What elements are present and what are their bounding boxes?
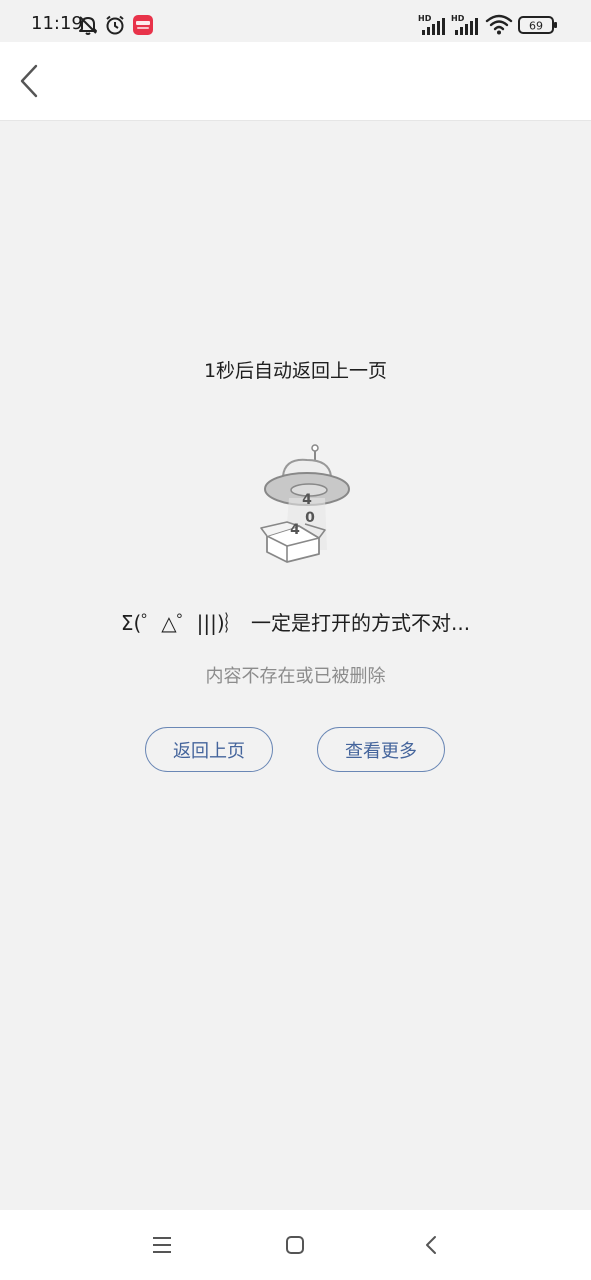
view-more-button[interactable]: 查看更多 (317, 727, 445, 772)
header-bar (0, 42, 591, 121)
signal-hd-icon: HD (418, 14, 445, 35)
system-nav-bar (0, 1210, 591, 1280)
battery-icon: 69 (518, 16, 557, 34)
back-icon[interactable] (420, 1233, 442, 1257)
svg-text:HD: HD (418, 14, 432, 23)
digit-4-bottom: 4 (290, 522, 300, 538)
wifi-icon (485, 14, 513, 35)
return-previous-button[interactable]: 返回上页 (145, 727, 273, 772)
signal-hd-icon: HD (451, 14, 478, 35)
digit-4-top: 4 (302, 492, 312, 508)
error-subtitle: 内容不存在或已被删除 (205, 666, 386, 687)
ufo-404-illustration: 4 0 4 (260, 444, 350, 563)
app-notification-icon (133, 15, 153, 35)
home-icon[interactable] (283, 1233, 307, 1257)
error-title: Σ(゜△゜|||)︴ 一定是打开的方式不对... (120, 611, 471, 635)
menu-icon[interactable] (150, 1234, 174, 1256)
countdown-text: 1秒后自动返回上一页 (203, 360, 388, 382)
alarm-icon (106, 15, 124, 35)
digit-0: 0 (305, 510, 315, 526)
chevron-left-icon (20, 64, 38, 98)
status-bar: 11:19 HD HD 69 (0, 0, 591, 42)
svg-text:HD: HD (451, 14, 465, 23)
bell-off-icon (79, 16, 97, 35)
battery-level: 69 (529, 20, 543, 33)
back-button[interactable] (10, 58, 50, 104)
status-time: 11:19 (31, 13, 83, 34)
